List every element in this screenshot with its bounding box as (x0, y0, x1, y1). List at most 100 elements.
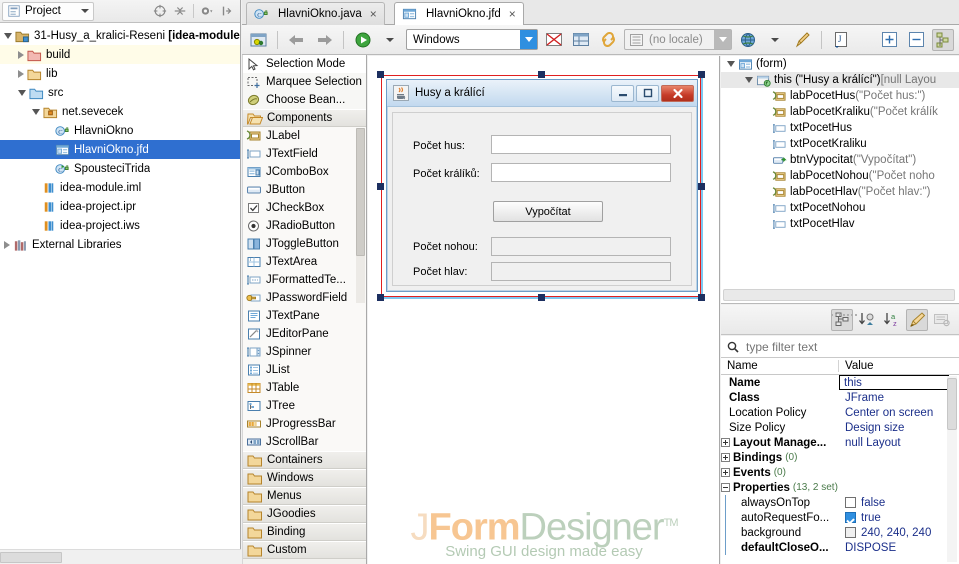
resize-handle-ne[interactable] (698, 71, 705, 78)
palette-item-jlist[interactable]: JList (243, 361, 366, 379)
chevron-down-icon[interactable] (714, 30, 731, 49)
structure-tree-item[interactable]: txtPocetNohou (721, 200, 959, 216)
palette-mode-choose-bean[interactable]: Choose Bean... (243, 91, 366, 109)
property-value-cell[interactable]: false (839, 497, 885, 509)
globe-dropdown-button[interactable] (764, 29, 786, 51)
palette-item-jlabel[interactable]: JLabel (243, 127, 366, 145)
palette-item-jtree[interactable]: JTree (243, 397, 366, 415)
label-pocet-hlav[interactable]: Počet hlav: (413, 266, 467, 278)
collapse-all-button[interactable] (905, 29, 927, 51)
textfield-pocet-kraliku[interactable] (491, 163, 671, 182)
palette-group-binding[interactable]: Binding (243, 523, 366, 541)
palette-item-jscrollbar[interactable]: JScrollBar (243, 433, 366, 451)
palette-item-jcombobox[interactable]: JComboBox (243, 163, 366, 181)
resize-handle-s[interactable] (538, 294, 545, 301)
designed-jframe[interactable]: Husy a králící Počet hus: Počet králíků:… (386, 79, 698, 292)
structure-tree-item[interactable]: labPocetNohou ("Počet noho (721, 168, 959, 184)
property-row[interactable]: Properties (13, 2 set) (721, 480, 959, 495)
table-view-button[interactable] (570, 29, 592, 51)
property-value-cell[interactable]: JFrame (839, 392, 884, 404)
palette-item-jradiobutton[interactable]: JRadioButton (243, 217, 366, 235)
structure-tree-item[interactable]: txtPocetKraliku (721, 136, 959, 152)
textfield-pocet-nohou[interactable] (491, 237, 671, 256)
property-value-editor[interactable]: this (839, 375, 949, 390)
property-name-cell[interactable]: Location Policy (721, 407, 839, 419)
checkbox-checked-icon[interactable] (845, 512, 856, 523)
sort-alphabetically-button[interactable]: a z (881, 309, 903, 331)
column-header-name[interactable]: Name (721, 360, 839, 372)
property-row[interactable]: Events (0) (721, 465, 959, 480)
redo-button[interactable] (313, 29, 335, 51)
property-row[interactable]: autoRequestFo... true (721, 510, 959, 525)
close-icon[interactable]: × (370, 7, 377, 21)
property-name-cell[interactable]: Properties (13, 2 set) (721, 482, 839, 494)
resize-handle-n[interactable] (538, 71, 545, 78)
palette-group-containers[interactable]: Containers (243, 451, 366, 469)
chevron-down-icon[interactable] (18, 89, 26, 96)
project-horizontal-scrollbar[interactable] (0, 549, 241, 564)
project-tree-item[interactable]: External Libraries (0, 235, 240, 254)
group-by-category-button[interactable] (831, 308, 853, 331)
minimize-button[interactable] (611, 84, 634, 102)
label-pocet-hus[interactable]: Počet hus: (413, 140, 465, 152)
expand-icon[interactable] (721, 453, 730, 462)
structure-horizontal-scrollbar[interactable] (723, 289, 955, 301)
project-tree-item[interactable]: idea-project.ipr (0, 197, 240, 216)
property-filter-input[interactable] (744, 338, 934, 355)
textfield-pocet-hlav[interactable] (491, 262, 671, 281)
project-tree-item[interactable]: 31-Husy_a_kralici-Reseni [idea-module (0, 26, 240, 45)
chevron-down-icon[interactable] (32, 108, 40, 115)
palette-group-jgoodies[interactable]: JGoodies (243, 505, 366, 523)
project-tree-item[interactable]: idea-module.iml (0, 178, 240, 197)
project-tree-item[interactable]: lib (0, 64, 240, 83)
expand-icon[interactable] (721, 468, 730, 477)
label-pocet-kraliku[interactable]: Počet králíků: (413, 168, 480, 180)
palette-item-jpasswordfield[interactable]: JPasswordField (243, 289, 366, 307)
palette-mode-selection-mode[interactable]: Selection Mode (243, 55, 366, 73)
palette-group-components[interactable]: Components (243, 109, 366, 127)
property-value-cell[interactable]: DISPOSE (839, 542, 896, 554)
run-dropdown-button[interactable] (379, 29, 401, 51)
property-name-cell[interactable]: Size Policy (721, 422, 839, 434)
property-row[interactable]: Location Policy Center on screen (721, 405, 959, 420)
structure-tree-item[interactable]: txtPocetHlav (721, 216, 959, 232)
property-value-cell[interactable]: 240, 240, 240 (839, 527, 931, 539)
project-tree[interactable]: 31-Husy_a_kralici-Reseni [idea-module bui… (0, 23, 240, 254)
property-name-cell[interactable]: Name (721, 377, 839, 389)
project-tree-item[interactable]: C HlavniOkno (0, 121, 240, 140)
restore-default-button[interactable] (906, 308, 928, 331)
structure-tree-item[interactable]: labPocetKraliku ("Počet králík (721, 104, 959, 120)
property-row[interactable]: Bindings (0) (721, 450, 959, 465)
locale-combo[interactable]: (no locale) (624, 29, 732, 50)
chevron-down-icon[interactable] (4, 32, 12, 39)
close-icon[interactable]: × (509, 7, 516, 21)
color-swatch[interactable] (845, 527, 856, 538)
jframe-content-pane[interactable]: Počet hus: Počet králíků: Vypočítat Poče… (392, 112, 692, 286)
show-description-button[interactable] (931, 309, 953, 331)
chain-button[interactable] (597, 29, 619, 51)
structure-tree-item[interactable]: txtPocetHus (721, 120, 959, 136)
palette-item-jprogressbar[interactable]: JProgressBar (243, 415, 366, 433)
structure-tree-item[interactable]: btnVypocitat ("Vypočítat") (721, 152, 959, 168)
palette-item-jtogglebutton[interactable]: JToggleButton (243, 235, 366, 253)
property-row[interactable]: Class JFrame (721, 390, 959, 405)
palette-item-jtable[interactable]: JTable (243, 379, 366, 397)
property-name-cell[interactable]: autoRequestFo... (721, 512, 839, 524)
resize-handle-sw[interactable] (377, 294, 384, 301)
resize-handle-nw[interactable] (377, 71, 384, 78)
jdoc-button[interactable]: J (830, 29, 852, 51)
property-row[interactable]: background 240, 240, 240 (721, 525, 959, 540)
editor-tab-hlavniokno-jfd[interactable]: HlavniOkno.jfd × (394, 2, 524, 25)
structure-tree-item[interactable]: (form) (721, 56, 959, 72)
structure-tree-item[interactable]: labPocetHus ("Počet hus:") (721, 88, 959, 104)
structure-tree-item[interactable]: this ("Husy a králící") [null Layou (721, 72, 959, 88)
panel-grip[interactable] (831, 307, 861, 316)
chevron-down-icon[interactable] (745, 77, 753, 83)
project-tree-item[interactable]: net.sevecek (0, 102, 240, 121)
property-value-cell[interactable]: Center on screen (839, 407, 933, 419)
project-tree-item[interactable]: src (0, 83, 240, 102)
property-name-cell[interactable]: background (721, 527, 839, 539)
textfield-pocet-hus[interactable] (491, 135, 671, 154)
property-value-cell[interactable]: Design size (839, 422, 904, 434)
expand-all-button[interactable] (878, 29, 900, 51)
